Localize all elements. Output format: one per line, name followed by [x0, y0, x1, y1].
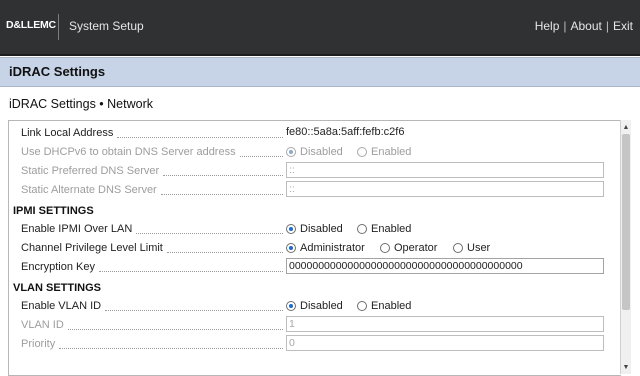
static-alt-dns-input[interactable]: ::	[286, 181, 604, 197]
about-link[interactable]: About	[571, 19, 602, 33]
page-title: iDRAC Settings	[9, 64, 106, 79]
radio-selected-icon	[286, 301, 296, 311]
radio-icon	[380, 243, 390, 253]
enable-vlan-label: Enable VLAN ID	[21, 299, 283, 313]
link-local-row: Link Local Address fe80::5a8a:5aff:fefb:…	[21, 124, 611, 142]
topbar-divider	[58, 14, 59, 40]
vlan-section-title: VLAN SETTINGS	[13, 282, 102, 294]
radio-icon	[357, 224, 367, 234]
vlan-id-label: VLAN ID	[21, 318, 283, 332]
top-bar: D&LLEMC System Setup Help | About | Exit	[0, 0, 640, 56]
dhcpv6-dns-row: Use DHCPv6 to obtain DNS Server address …	[21, 143, 611, 161]
settings-panel: Link Local Address fe80::5a8a:5aff:fefb:…	[8, 120, 621, 376]
encryption-key-label: Encryption Key	[21, 260, 283, 274]
dhcpv6-dns-disabled-radio[interactable]: Disabled	[286, 144, 343, 160]
enable-ipmi-disabled-radio[interactable]: Disabled	[286, 221, 343, 237]
channel-priv-label: Channel Privilege Level Limit	[21, 241, 283, 255]
page-subtitle: iDRAC Settings • Network	[9, 97, 154, 111]
static-alt-dns-row: Static Alternate DNS Server ::	[21, 181, 611, 199]
radio-icon	[453, 243, 463, 253]
radio-selected-icon	[286, 224, 296, 234]
radio-selected-icon	[286, 147, 296, 157]
dhcpv6-dns-label: Use DHCPv6 to obtain DNS Server address	[21, 145, 283, 159]
priority-input[interactable]: 0	[286, 335, 604, 351]
scroll-down-arrow-icon[interactable]: ▼	[621, 362, 631, 372]
enable-ipmi-enabled-radio[interactable]: Enabled	[357, 221, 411, 237]
vlan-id-input[interactable]: 1	[286, 316, 604, 332]
static-pref-dns-input[interactable]: ::	[286, 162, 604, 178]
link-local-value: fe80::5a8a:5aff:fefb:c2f6	[286, 126, 405, 138]
priority-label: Priority	[21, 337, 283, 351]
enable-vlan-row: Enable VLAN ID Disabled Enabled	[21, 297, 611, 315]
static-pref-dns-label: Static Preferred DNS Server	[21, 164, 283, 178]
enable-ipmi-label: Enable IPMI Over LAN	[21, 222, 283, 236]
enable-ipmi-row: Enable IPMI Over LAN Disabled Enabled	[21, 220, 611, 238]
page-header: iDRAC Settings	[0, 57, 640, 87]
radio-selected-icon	[286, 243, 296, 253]
link-separator: |	[563, 19, 567, 33]
ipmi-section-title: IPMI SETTINGS	[13, 205, 94, 217]
channel-priv-user-radio[interactable]: User	[453, 240, 490, 256]
priority-row: Priority 0	[21, 335, 611, 353]
enable-vlan-enabled-radio[interactable]: Enabled	[357, 298, 411, 314]
radio-icon	[357, 147, 367, 157]
encryption-key-row: Encryption Key 0000000000000000000000000…	[21, 258, 611, 276]
link-local-label: Link Local Address	[21, 126, 283, 140]
radio-icon	[357, 301, 367, 311]
dhcpv6-dns-enabled-radio[interactable]: Enabled	[357, 144, 411, 160]
vertical-scrollbar[interactable]: ▲ ▼	[620, 120, 631, 374]
help-link[interactable]: Help	[535, 19, 560, 33]
channel-priv-row: Channel Privilege Level Limit Administra…	[21, 239, 611, 257]
exit-link[interactable]: Exit	[613, 19, 633, 33]
scrollbar-thumb[interactable]	[622, 134, 630, 310]
channel-priv-administrator-radio[interactable]: Administrator	[286, 240, 365, 256]
static-pref-dns-row: Static Preferred DNS Server ::	[21, 162, 611, 180]
top-links: Help | About | Exit	[535, 19, 633, 33]
encryption-key-input[interactable]: 0000000000000000000000000000000000000000	[286, 258, 604, 274]
link-separator: |	[605, 19, 609, 33]
dell-emc-logo: D&LLEMC	[6, 19, 56, 31]
static-alt-dns-label: Static Alternate DNS Server	[21, 183, 283, 197]
app-title: System Setup	[69, 19, 144, 33]
vlan-id-row: VLAN ID 1	[21, 316, 611, 334]
enable-vlan-disabled-radio[interactable]: Disabled	[286, 298, 343, 314]
scroll-up-arrow-icon[interactable]: ▲	[621, 122, 631, 132]
channel-priv-operator-radio[interactable]: Operator	[380, 240, 437, 256]
